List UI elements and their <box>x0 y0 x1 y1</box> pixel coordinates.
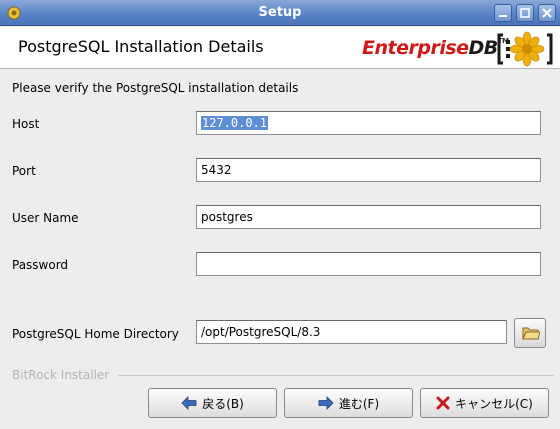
host-input-selected-text: 127.0.0.1 <box>201 116 269 130</box>
home-directory-input[interactable] <box>196 320 507 344</box>
logo-text-main: Enterprise <box>362 37 469 59</box>
browse-directory-button[interactable] <box>514 318 546 348</box>
minimize-button[interactable] <box>494 4 512 22</box>
port-input[interactable] <box>196 158 541 182</box>
page-title: PostgreSQL Installation Details <box>18 37 264 56</box>
next-button[interactable]: 進む(F) <box>284 388 413 418</box>
close-button[interactable] <box>538 4 556 22</box>
installer-brand-label: BitRock Installer <box>12 368 110 382</box>
maximize-button[interactable] <box>516 4 534 22</box>
host-label: Host <box>12 117 40 131</box>
cancel-button-label: キャンセル(C) <box>455 396 533 411</box>
logo-flower-icon <box>497 31 553 67</box>
window-title: Setup <box>258 5 302 20</box>
arrow-right-icon <box>318 396 334 410</box>
close-icon <box>542 8 552 18</box>
footer-divider <box>118 375 554 376</box>
password-label: Password <box>12 258 69 272</box>
password-input[interactable] <box>196 252 541 276</box>
page-header: PostgreSQL Installation Details Enterpri… <box>0 27 560 69</box>
window-titlebar[interactable]: Setup <box>0 0 560 26</box>
minimize-icon <box>499 15 507 17</box>
instruction-text: Please verify the PostgreSQL installatio… <box>12 81 299 95</box>
enterprisedb-logo: EnterpriseDBTM <box>362 37 509 59</box>
maximize-icon <box>520 8 530 18</box>
host-input[interactable]: 127.0.0.1 <box>196 111 541 135</box>
cancel-x-icon <box>436 396 450 410</box>
cancel-button[interactable]: キャンセル(C) <box>420 388 549 418</box>
folder-icon <box>522 327 540 340</box>
back-button[interactable]: 戻る(B) <box>148 388 277 418</box>
back-button-label: 戻る(B) <box>202 396 244 411</box>
user-name-label: User Name <box>12 211 79 225</box>
logo-text-db: DB <box>468 37 499 59</box>
home-directory-label: PostgreSQL Home Directory <box>12 327 179 341</box>
port-label: Port <box>12 164 36 178</box>
user-name-input[interactable] <box>196 205 541 229</box>
arrow-left-icon <box>181 396 197 410</box>
next-button-label: 進む(F) <box>338 396 380 411</box>
